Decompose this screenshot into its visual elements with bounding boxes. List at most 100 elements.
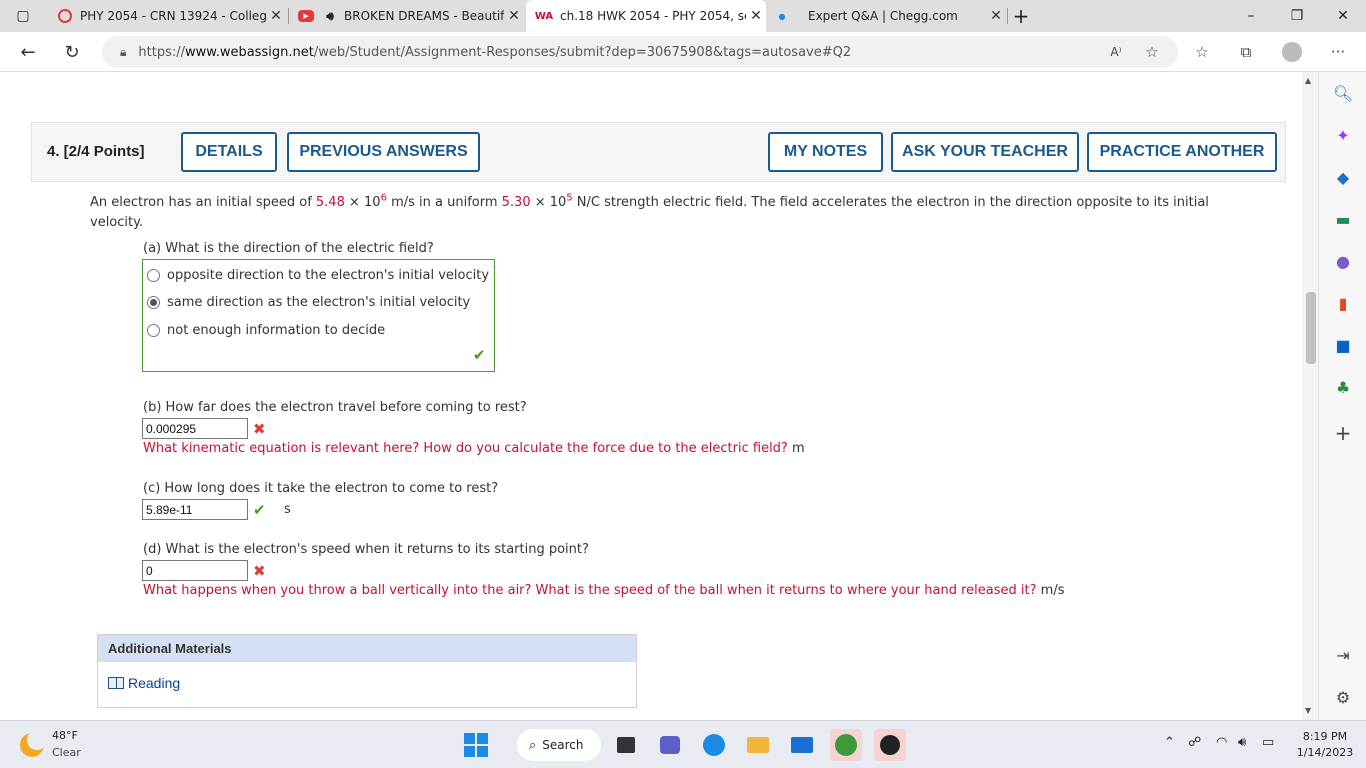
battery-icon[interactable]: ▭ [1262,735,1274,750]
part-d-answer-input[interactable] [142,560,248,581]
option-not-enough[interactable]: not enough information to decide [147,323,385,338]
back-arrow-icon[interactable]: ← [14,38,42,66]
shopping-icon[interactable]: ◆ [1332,166,1354,188]
part-a-choices: opposite direction to the electron's ini… [142,259,495,372]
part-d-label: (d) What is the electron's speed when it… [143,542,589,557]
book-icon [108,677,124,689]
url-prefix: https:// [138,44,185,60]
search-icon: ⌕ [529,737,537,753]
dot-icon: ● [778,11,786,21]
part-b-answer-input[interactable] [142,418,248,439]
tab-bar: ▢ PHY 2054 - CRN 13924 - College ✕ ▶ 🔊︎ … [0,0,1366,32]
windows-start-icon[interactable] [464,733,488,757]
tab-webassign[interactable]: WA ch.18 HWK 2054 - PHY 2054, sec ✕ [526,0,766,32]
restore-icon[interactable]: ❐ [1274,0,1320,32]
audio-icon[interactable]: 🔊︎ [322,8,338,24]
scroll-up-icon[interactable]: ▲ [1305,76,1311,85]
radio-button[interactable] [147,324,160,337]
new-tab-icon[interactable]: + [1000,0,1042,32]
details-button[interactable]: DETAILS [181,132,277,172]
option-label: not enough information to decide [167,323,386,338]
mail-icon[interactable] [786,729,818,761]
weather-desc[interactable]: Clear [52,746,81,759]
volume-icon[interactable]: 🔊︎ [1238,735,1246,750]
part-a-label: (a) What is the direction of the electri… [143,241,434,256]
question-header: 4. [2/4 Points] DETAILS PREVIOUS ANSWERS… [31,122,1286,182]
page-scrollbar[interactable]: ▲ ▼ [1302,72,1318,720]
spinner-icon [58,9,72,23]
refresh-icon[interactable]: ↻ [58,38,86,66]
profile-avatar-icon[interactable] [1280,40,1304,64]
weather-temp[interactable]: 48°F [52,729,78,742]
chevron-up-icon[interactable]: ⌃ [1164,735,1175,750]
correct-check-icon: ✔ [473,346,486,364]
question-number: 4. [2/4 Points] [47,143,145,160]
edge-icon[interactable] [698,729,730,761]
hide-sidebar-icon[interactable]: ⇥ [1332,644,1354,666]
scroll-thumb[interactable] [1306,292,1316,364]
scroll-down-icon[interactable]: ▼ [1305,706,1311,715]
part-b-label: (b) How far does the electron travel bef… [143,400,527,415]
close-tab-icon[interactable]: ✕ [504,8,524,24]
close-tab-icon[interactable]: ✕ [746,8,766,24]
tab-actions-icon[interactable]: ▢ [6,0,40,32]
tab-chegg[interactable]: ● Expert Q&A | Chegg.com ✕ [770,0,1006,32]
office-icon[interactable]: ▮ [1332,292,1354,314]
reading-link[interactable]: Reading [108,675,180,691]
settings-more-icon[interactable]: ··· [1326,40,1350,64]
additional-materials-title: Additional Materials [98,635,636,662]
network-icon[interactable]: ☍ [1188,735,1201,750]
tools-icon[interactable]: ▬ [1332,208,1354,230]
prompt-text: An electron has an initial speed of [90,195,316,210]
option-label: same direction as the electron's initial… [167,295,471,310]
part-d-feedback: What happens when you throw a ball verti… [143,583,1064,598]
read-aloud-icon[interactable]: A⁾ [1104,40,1128,64]
collections-icon[interactable]: ⧉ [1234,40,1258,64]
address-bar[interactable]: 🔒︎ https://www.webassign.net/web/Student… [102,36,1178,68]
tab-youtube[interactable]: ▶ 🔊︎ BROKEN DREAMS - Beautifu ✕ [292,0,524,32]
my-notes-button[interactable]: MY NOTES [768,132,883,172]
app-icon[interactable] [874,729,906,761]
wifi-icon[interactable]: ◠ [1216,735,1227,750]
close-window-icon[interactable]: ✕ [1320,0,1366,32]
practice-another-button[interactable]: PRACTICE ANOTHER [1087,132,1277,172]
lock-icon: 🔒︎ [120,44,127,59]
clock[interactable]: 8:19 PM 1/14/2023 [1290,729,1360,761]
search-label: Search [542,738,584,752]
radio-button[interactable] [147,269,160,282]
file-explorer-icon[interactable] [742,729,774,761]
youtube-icon: ▶ [298,10,314,22]
tab-separator [288,8,289,24]
add-icon[interactable]: + [1332,421,1354,445]
gear-icon[interactable]: ⚙ [1332,686,1354,708]
add-favorite-icon[interactable]: ☆ [1140,40,1164,64]
question-prompt: An electron has an initial speed of 5.48… [90,193,1240,233]
url-path: /web/Student/Assignment-Responses/submit… [313,44,852,60]
minimize-icon[interactable]: – [1228,0,1274,32]
option-same[interactable]: same direction as the electron's initial… [147,295,470,310]
moon-icon[interactable] [20,730,47,757]
taskbar-search[interactable]: ⌕ Search [517,729,601,761]
part-c-answer-input[interactable] [142,499,248,520]
teams-icon[interactable] [654,729,686,761]
app-icon[interactable] [830,729,862,761]
reading-link-label[interactable]: Reading [128,675,180,691]
drop-icon[interactable]: ♣ [1332,376,1354,398]
field-value: 5.30 × 105 [501,192,573,210]
games-icon[interactable]: ● [1332,250,1354,272]
discover-icon[interactable]: ✦ [1332,124,1354,146]
incorrect-x-icon: ✖ [253,420,266,438]
tab-college[interactable]: PHY 2054 - CRN 13924 - College ✕ [50,0,286,32]
option-opposite[interactable]: opposite direction to the electron's ini… [147,268,489,283]
part-c-label: (c) How long does it take the electron t… [143,481,499,496]
ask-teacher-button[interactable]: ASK YOUR TEACHER [891,132,1079,172]
radio-button-selected[interactable] [147,296,160,309]
search-icon[interactable]: 🔍︎ [1332,82,1354,104]
url-host: www.webassign.net [185,44,314,60]
clock-time: 8:19 PM [1302,730,1348,743]
favorites-icon[interactable]: ☆ [1190,40,1214,64]
outlook-icon[interactable]: ■ [1332,334,1354,356]
task-view-icon[interactable] [610,729,642,761]
previous-answers-button[interactable]: PREVIOUS ANSWERS [287,132,480,172]
close-tab-icon[interactable]: ✕ [266,8,286,24]
